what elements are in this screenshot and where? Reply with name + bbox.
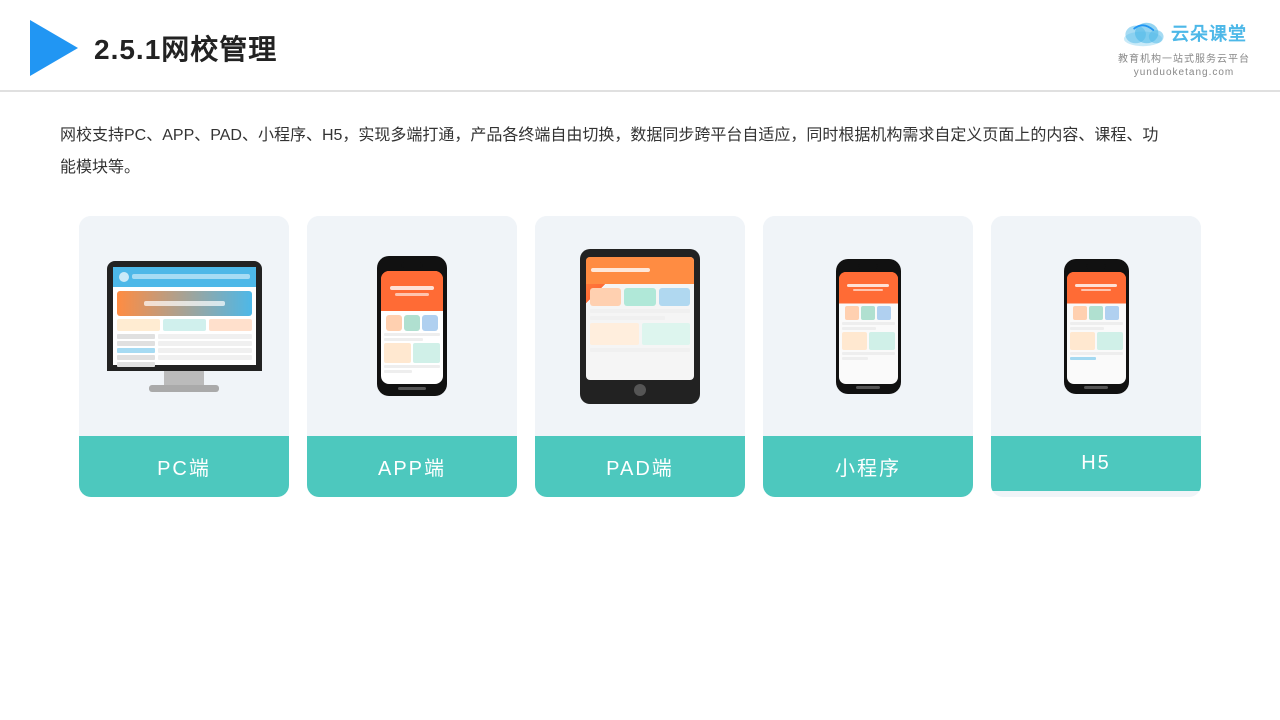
mini-phone-notch (858, 264, 878, 269)
card-miniprogram[interactable]: 小程序 (763, 216, 973, 497)
mini-phone-screen-mp (839, 272, 898, 384)
mini-phone-notch-h5 (1086, 264, 1106, 269)
card-pc-label: PC端 (79, 436, 289, 497)
header-left: 2.5.1网校管理 (30, 20, 277, 76)
cloud-logo-container: 云朵课堂 (1121, 18, 1247, 48)
phone-screen-app (381, 271, 443, 384)
card-pad[interactable]: PAD端 (535, 216, 745, 497)
phone-notch (401, 262, 423, 268)
description-text: 网校支持PC、APP、PAD、小程序、H5，实现多端打通，产品各终端自由切换，数… (60, 120, 1160, 184)
cloud-icon (1121, 18, 1165, 48)
card-pad-label: PAD端 (535, 436, 745, 497)
page-title: 2.5.1网校管理 (94, 28, 277, 68)
card-app-image (307, 216, 517, 436)
brand-url: yunduoketang.com (1134, 67, 1235, 78)
card-pc[interactable]: PC端 (79, 216, 289, 497)
monitor-screen (113, 267, 256, 365)
card-pc-image (79, 216, 289, 436)
mini-phone-mockup-mp (836, 259, 901, 394)
mini-phone-screen-h5 (1067, 272, 1126, 384)
phone-home-indicator (398, 387, 426, 390)
mini-phone-mockup-h5 (1064, 259, 1129, 394)
tablet-screen (586, 257, 694, 380)
brand-tagline: 教育机构一站式服务云平台 (1118, 50, 1250, 65)
monitor-outer (107, 261, 262, 371)
mini-phone-home-indicator (856, 386, 880, 389)
tablet-home-button (634, 384, 646, 396)
tablet-mockup (580, 249, 700, 404)
header: 2.5.1网校管理 云朵课堂 教育机构一站式服务云平台 yunduoketang… (0, 0, 1280, 92)
card-app[interactable]: APP端 (307, 216, 517, 497)
logo-triangle-icon (30, 20, 78, 76)
card-app-label: APP端 (307, 436, 517, 497)
card-h5-label: H5 (991, 436, 1201, 491)
monitor-base (149, 385, 219, 392)
card-h5[interactable]: H5 (991, 216, 1201, 497)
card-miniprogram-image (763, 216, 973, 436)
brand-name: 云朵课堂 (1171, 20, 1247, 46)
brand-logo: 云朵课堂 教育机构一站式服务云平台 yunduoketang.com (1118, 18, 1250, 78)
card-miniprogram-label: 小程序 (763, 436, 973, 497)
pc-mockup (107, 261, 262, 392)
phone-mockup-app (377, 256, 447, 396)
card-h5-image (991, 216, 1201, 436)
card-pad-image (535, 216, 745, 436)
monitor-stand (164, 371, 204, 385)
main-content: 网校支持PC、APP、PAD、小程序、H5，实现多端打通，产品各终端自由切换，数… (0, 92, 1280, 517)
mini-phone-home-indicator-h5 (1084, 386, 1108, 389)
cards-section: PC端 (60, 216, 1220, 497)
